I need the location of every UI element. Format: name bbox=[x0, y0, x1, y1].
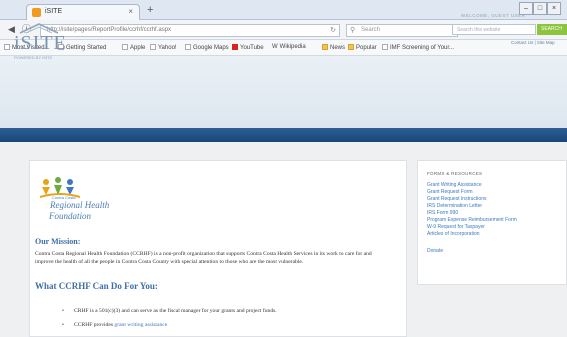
foundation-logo-line2: Foundation bbox=[49, 211, 91, 221]
mission-heading: Our Mission: bbox=[35, 237, 81, 246]
bookmark-label: Getting Started bbox=[66, 45, 107, 51]
sidebar-title: FORMS & RESOURCES bbox=[427, 171, 483, 176]
tab-title: iSITE bbox=[45, 8, 63, 15]
header-links[interactable]: Contact Us | Site Map bbox=[511, 40, 555, 45]
bookmark-apple[interactable]: Apple bbox=[122, 44, 145, 51]
browser-search-placeholder: Search bbox=[361, 27, 381, 33]
sidebar-link[interactable]: IRS Form 990 bbox=[427, 210, 458, 216]
search-icon: ⚲ bbox=[350, 27, 356, 34]
bullet-text: CRHF is a 501(c)(3) and can serve as the… bbox=[74, 308, 277, 314]
sidebar-link[interactable]: Grant Writing Assistance bbox=[427, 182, 482, 188]
bullet-text: CCRHF provides bbox=[74, 322, 115, 328]
maximize-button[interactable]: □ bbox=[533, 2, 547, 15]
bullet-icon: • bbox=[62, 308, 64, 314]
bookmark-google-maps[interactable]: Google Maps bbox=[185, 44, 229, 51]
bookmark-label: Apple bbox=[130, 45, 146, 51]
site-search-input[interactable]: Search this website bbox=[452, 24, 536, 35]
sidebar-link[interactable]: Articles of Incorporation bbox=[427, 231, 480, 237]
sidebar-link[interactable]: IRS Determination Letter bbox=[427, 203, 482, 209]
bookmark-label: News bbox=[330, 45, 346, 51]
sidebar-link[interactable]: Grant Request Instructions bbox=[427, 196, 486, 202]
bookmark-wikipedia[interactable]: W Wikipedia bbox=[272, 44, 306, 50]
new-tab-button[interactable]: + bbox=[147, 4, 153, 16]
wikipedia-icon: W bbox=[272, 44, 278, 50]
list-item: • CCRHF provides grant writing assistance bbox=[62, 322, 167, 328]
browser-search-field[interactable]: ⚲ Search bbox=[346, 24, 458, 37]
close-window-button[interactable]: × bbox=[547, 2, 561, 15]
isite-favicon-icon bbox=[32, 8, 41, 17]
bookmark-icon bbox=[122, 44, 128, 50]
site-search-button[interactable]: SEARCH bbox=[537, 24, 567, 35]
bookmark-icon bbox=[382, 44, 388, 50]
bookmark-popular[interactable]: Popular bbox=[348, 44, 377, 51]
folder-icon bbox=[348, 44, 354, 50]
sidebar-link[interactable]: Program Expense Reimbursement Form bbox=[427, 217, 517, 223]
sidebar-link[interactable]: Grant Request Form bbox=[427, 189, 473, 195]
site-logo[interactable]: iSITE bbox=[14, 32, 67, 55]
bookmarks-bar: Most Visited Getting Started Apple Yahoo… bbox=[0, 40, 567, 56]
welcome-text: WELCOME, GUEST USER bbox=[461, 13, 526, 18]
what-heading: What CCRHF Can Do For You: bbox=[35, 281, 158, 291]
grant-writing-link[interactable]: grant writing assistance bbox=[114, 322, 167, 328]
url-bar[interactable]: http://isite/pages/ReportProfile/ccrhf/c… bbox=[40, 24, 340, 37]
site-nav-bar bbox=[0, 128, 567, 142]
bookmark-label: Yahoo! bbox=[158, 45, 177, 51]
bookmark-icon bbox=[150, 44, 156, 50]
bookmark-yahoo[interactable]: Yahoo! bbox=[150, 44, 177, 51]
tab-close-icon[interactable]: × bbox=[128, 7, 133, 16]
browser-tab-active[interactable]: iSITE × bbox=[26, 4, 140, 20]
bookmark-label: YouTube bbox=[240, 45, 264, 51]
bookmark-youtube[interactable]: YouTube bbox=[232, 44, 264, 51]
mission-text: Contra Costa Regional Health Foundation … bbox=[35, 251, 372, 265]
bookmark-label: Popular bbox=[356, 45, 377, 51]
list-item: • CRHF is a 501(c)(3) and can serve as th… bbox=[62, 308, 277, 314]
bookmark-icon bbox=[4, 44, 10, 50]
bookmark-icon bbox=[185, 44, 191, 50]
bookmark-label: IMF Screening of Your... bbox=[390, 45, 455, 51]
site-header bbox=[0, 56, 567, 128]
bookmark-label: Google Maps bbox=[193, 45, 229, 51]
donate-link[interactable]: Donate bbox=[427, 248, 443, 254]
foundation-logo-line1: Regional Health bbox=[50, 200, 110, 210]
folder-icon bbox=[322, 44, 328, 50]
bullet-icon: • bbox=[62, 322, 64, 328]
site-search-placeholder: Search this website bbox=[457, 27, 501, 33]
site-logo-subtitle: POWERED BY ISITE bbox=[14, 55, 53, 60]
bookmark-imf-screening[interactable]: IMF Screening of Your... bbox=[382, 44, 454, 51]
reload-icon[interactable]: ↻ bbox=[330, 26, 336, 34]
bookmark-news[interactable]: News bbox=[322, 44, 345, 51]
bookmark-label: Wikipedia bbox=[279, 44, 306, 50]
sidebar-link[interactable]: W-9 Request for Taxpayer bbox=[427, 224, 485, 230]
youtube-icon bbox=[232, 44, 238, 50]
